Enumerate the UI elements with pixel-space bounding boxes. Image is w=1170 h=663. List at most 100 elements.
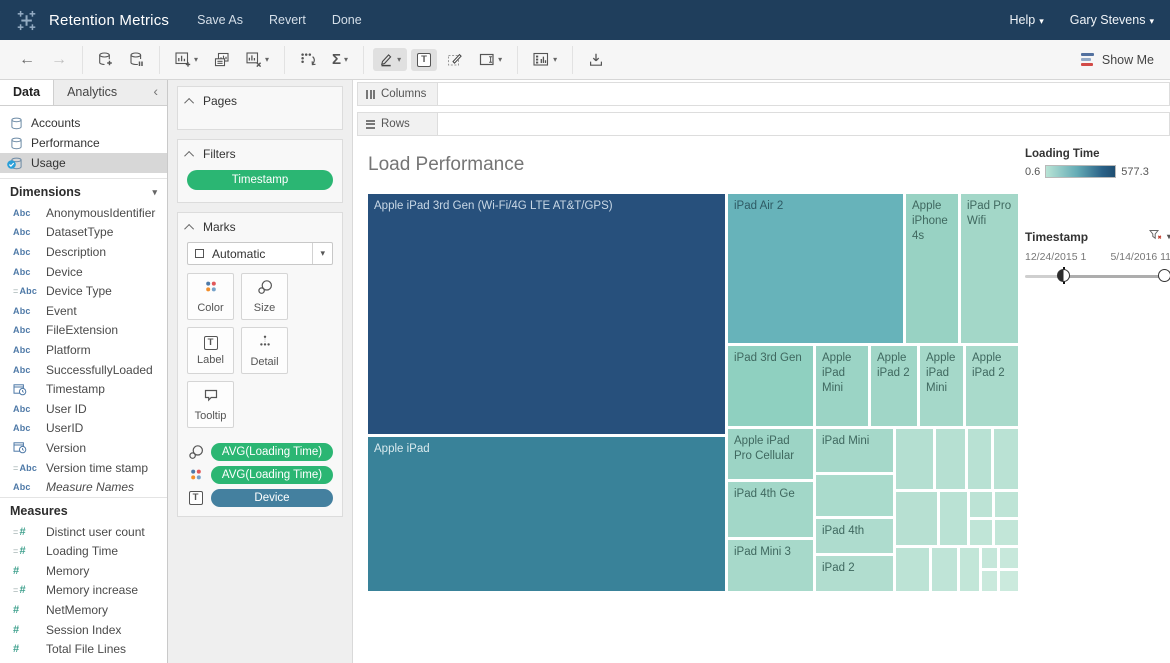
treemap-node-ipad-3rd-gen[interactable]: iPad 3rd Gen	[728, 346, 813, 426]
pages-card[interactable]: Pages	[177, 86, 343, 130]
field-device[interactable]: AbcDevice	[0, 262, 167, 282]
menu-done[interactable]: Done	[332, 13, 362, 27]
field-version-time-stamp[interactable]: =AbcVersion time stamp	[0, 458, 167, 478]
tab-data[interactable]: Data	[0, 80, 54, 105]
undo-icon[interactable]: ←	[13, 49, 41, 71]
presentation-mode-icon[interactable]	[582, 48, 610, 71]
mark-type-dropdown[interactable]: Automatic ▾	[187, 242, 333, 265]
field-event[interactable]: AbcEvent	[0, 301, 167, 321]
clear-sheet-icon[interactable]: ▾	[240, 48, 275, 71]
redo-icon[interactable]: →	[45, 49, 73, 71]
duplicate-sheet-icon[interactable]	[208, 48, 236, 71]
field-timestamp[interactable]: Timestamp	[0, 379, 167, 399]
treemap-node[interactable]	[960, 548, 979, 591]
color-gradient-bar[interactable]	[1045, 165, 1116, 178]
collapse-card-icon[interactable]	[184, 150, 194, 160]
collapse-card-icon[interactable]	[184, 223, 194, 233]
treemap-node-ipad-4th[interactable]: iPad 4th	[816, 519, 893, 553]
treemap-node-apple-ipad[interactable]: Apple iPad	[368, 437, 725, 591]
field-memory[interactable]: #Memory	[0, 561, 167, 581]
slider-selected-range[interactable]	[1062, 275, 1167, 278]
field-platform[interactable]: AbcPlatform	[0, 340, 167, 360]
filters-card[interactable]: Filters Timestamp	[177, 139, 343, 203]
treemap-node[interactable]	[1000, 571, 1018, 591]
mark-pill-avg-loading-time[interactable]: AVG(Loading Time)	[211, 443, 333, 461]
filter-pill-timestamp[interactable]: Timestamp	[187, 170, 333, 190]
fix-axes-icon[interactable]: ▾	[473, 48, 508, 71]
field-user-id[interactable]: AbcUser ID	[0, 399, 167, 419]
rows-shelf[interactable]: Rows	[357, 112, 1170, 136]
color-button[interactable]: Color	[187, 273, 234, 320]
treemap-node-apple-iphone-4s[interactable]: Apple iPhone 4s	[906, 194, 958, 343]
mark-pill-device[interactable]: Device	[211, 489, 333, 507]
treemap-node-apple-ipad-2[interactable]: Apple iPad 2	[966, 346, 1018, 426]
tab-analytics[interactable]: Analytics	[54, 80, 130, 105]
treemap-node-apple-ipad-mini[interactable]: Apple iPad Mini	[816, 346, 868, 426]
field-measure-names[interactable]: AbcMeasure Names	[0, 477, 167, 497]
filter-funnel-icon[interactable]	[1149, 229, 1162, 244]
collapse-card-icon[interactable]	[184, 97, 194, 107]
field-userid[interactable]: AbcUserID	[0, 419, 167, 439]
treemap-node-ipad-4th-ge[interactable]: iPad 4th Ge	[728, 482, 813, 537]
collapse-pane-icon[interactable]: ‹	[144, 80, 167, 105]
treemap-node-ipad-mini[interactable]: iPad Mini	[816, 429, 893, 472]
field-device-type[interactable]: =AbcDevice Type	[0, 281, 167, 301]
field-distinct-user-count[interactable]: =#Distinct user count	[0, 522, 167, 542]
treemap-node-ipad-air-2[interactable]: iPad Air 2	[728, 194, 903, 343]
treemap-node-ipad-2[interactable]: iPad 2	[816, 556, 893, 591]
field-total-file-lines[interactable]: #Total File Lines	[0, 639, 167, 659]
treemap-node[interactable]	[970, 492, 992, 517]
treemap-node[interactable]	[968, 429, 991, 489]
datasource-usage[interactable]: Usage	[0, 153, 167, 173]
treemap-node[interactable]	[995, 492, 1018, 517]
show-cards-icon[interactable]: ▾	[527, 48, 563, 71]
menu-revert[interactable]: Revert	[269, 13, 306, 27]
treemap-node-apple-ipad-mini[interactable]: Apple iPad Mini	[920, 346, 963, 426]
highlight-icon[interactable]: ▾	[373, 48, 407, 71]
treemap-node[interactable]	[936, 429, 965, 489]
datasource-accounts[interactable]: Accounts	[0, 113, 167, 133]
treemap-node[interactable]	[970, 520, 992, 545]
field-memory-increase[interactable]: =#Memory increase	[0, 581, 167, 601]
treemap-node[interactable]	[995, 520, 1018, 545]
treemap-node-ipad-pro-wifi[interactable]: iPad Pro Wifi	[961, 194, 1018, 343]
size-button[interactable]: Size	[241, 273, 288, 320]
field-anonymousidentifier[interactable]: AbcAnonymousIdentifier	[0, 203, 167, 223]
field-successfullyloaded[interactable]: AbcSuccessfullyLoaded	[0, 360, 167, 380]
slider-handle-right[interactable]	[1158, 269, 1170, 282]
treemap-node[interactable]	[982, 548, 997, 568]
field-datasettype[interactable]: AbcDatasetType	[0, 223, 167, 243]
text-label-icon[interactable]: T	[411, 49, 437, 71]
slider-handle-left[interactable]	[1057, 269, 1070, 282]
new-worksheet-icon[interactable]: ▾	[169, 48, 204, 71]
swap-axes-icon[interactable]	[294, 48, 322, 71]
timestamp-range-slider[interactable]	[1025, 268, 1170, 284]
pause-updates-icon[interactable]	[123, 48, 150, 71]
field-fileextension[interactable]: AbcFileExtension	[0, 321, 167, 341]
treemap-node[interactable]	[896, 548, 929, 591]
treemap-node[interactable]	[994, 429, 1018, 489]
treemap-node-apple-ipad-pro-cellular[interactable]: Apple iPad Pro Cellular	[728, 429, 813, 479]
field-version[interactable]: Version	[0, 438, 167, 458]
help-menu[interactable]: Help▾	[1009, 13, 1043, 27]
field-description[interactable]: AbcDescription	[0, 242, 167, 262]
tableau-logo-icon[interactable]	[16, 10, 37, 31]
field-loading-time[interactable]: =#Loading Time	[0, 542, 167, 562]
field-session-index[interactable]: #Session Index	[0, 620, 167, 640]
detail-button[interactable]: Detail	[241, 327, 288, 374]
add-datasource-icon[interactable]	[92, 48, 119, 71]
treemap-node[interactable]	[896, 429, 933, 489]
treemap-node[interactable]	[982, 571, 997, 591]
annotation-icon[interactable]	[441, 48, 469, 71]
menu-save-as[interactable]: Save As	[197, 13, 243, 27]
mark-pill-avg-loading-time[interactable]: AVG(Loading Time)	[211, 466, 333, 484]
treemap-node-apple-ipad-2[interactable]: Apple iPad 2	[871, 346, 917, 426]
dropdown-caret-icon[interactable]: ▾	[312, 243, 332, 264]
treemap-node[interactable]	[896, 492, 937, 545]
show-me-button[interactable]: Show Me	[1081, 53, 1154, 67]
user-menu[interactable]: Gary Stevens▾	[1070, 13, 1154, 27]
treemap-node[interactable]	[816, 475, 893, 516]
treemap-node[interactable]	[940, 492, 967, 545]
field-netmemory[interactable]: #NetMemory	[0, 600, 167, 620]
treemap-node[interactable]	[932, 548, 957, 591]
